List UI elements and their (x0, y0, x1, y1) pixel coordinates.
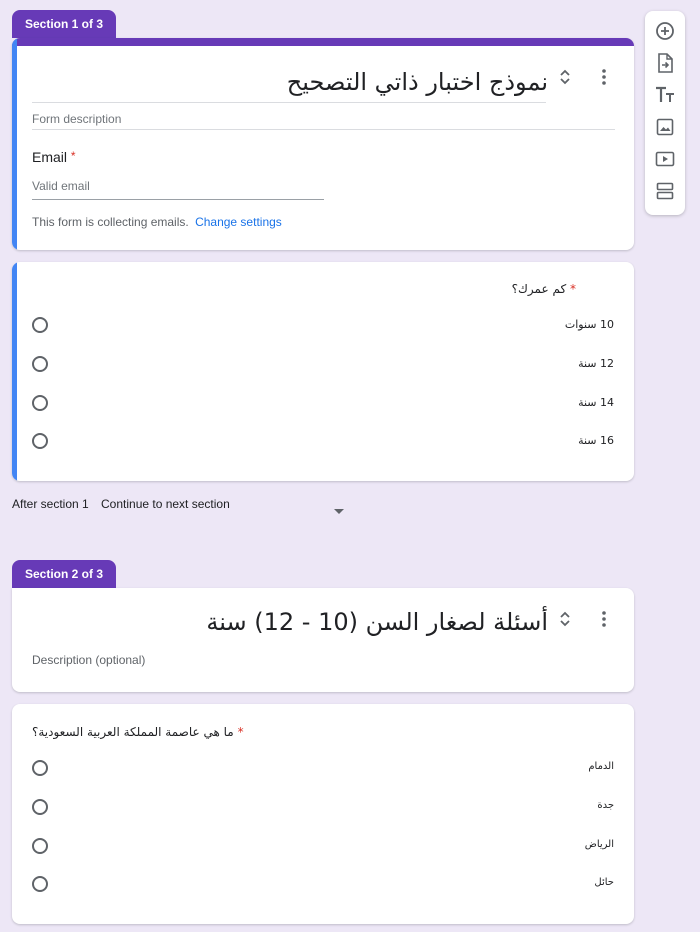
email-field[interactable]: Valid email (32, 179, 90, 193)
title-underline (32, 102, 546, 103)
add-section-icon[interactable] (653, 179, 677, 203)
section-1-title[interactable]: نموذج اختبار ذاتي التصحيح (287, 68, 548, 96)
add-title-icon[interactable] (653, 83, 677, 107)
radio-option-1[interactable] (32, 317, 48, 333)
collapse-section-icon[interactable] (558, 610, 572, 628)
change-settings-link[interactable]: Change settings (195, 215, 282, 229)
question-card-age[interactable]: * كم عمرك؟ 10 سنوات 12 سنة 14 سنة 16 سنة (12, 262, 634, 481)
option-label-2: 12 سنة (578, 357, 614, 370)
option-label-4: 16 سنة (578, 434, 614, 447)
section-2-header-card[interactable]: أسئلة لصغار السن (10 - 12) سنة Descripti… (12, 588, 634, 692)
more-options-icon[interactable] (600, 68, 608, 86)
radio-option-2[interactable] (32, 799, 48, 815)
option-label-3: الرياض (584, 839, 614, 850)
after-section-label: After section 1 (12, 497, 89, 511)
floating-toolbar (645, 11, 685, 215)
radio-option-4[interactable] (32, 433, 48, 449)
email-label: Email * (32, 149, 76, 165)
required-mark: * (70, 149, 76, 163)
option-label-2: جدة (597, 800, 614, 811)
section-2-title[interactable]: أسئلة لصغار السن (10 - 12) سنة (206, 608, 548, 636)
more-options-icon[interactable] (600, 610, 608, 628)
section-1-header-card[interactable]: نموذج اختبار ذاتي التصحيح Form descripti… (12, 38, 634, 250)
add-video-icon[interactable] (653, 147, 677, 171)
required-mark: * (237, 725, 244, 739)
radio-option-3[interactable] (32, 838, 48, 854)
add-image-icon[interactable] (653, 115, 677, 139)
form-description-field[interactable]: Form description (32, 112, 121, 126)
question-card-capital[interactable]: * ما هي عاصمة المملكة العربية السعودية؟ … (12, 704, 634, 924)
question-title[interactable]: * كم عمرك؟ (512, 282, 576, 296)
section-1-tab: Section 1 of 3 (12, 10, 117, 38)
radio-option-1[interactable] (32, 760, 48, 776)
focus-indicator-bar (12, 262, 17, 481)
add-question-icon[interactable] (653, 19, 677, 43)
option-label-3: 14 سنة (578, 396, 614, 409)
radio-option-4[interactable] (32, 876, 48, 892)
option-label-1: 10 سنوات (564, 318, 614, 331)
description-underline (32, 129, 615, 130)
required-mark: * (570, 282, 576, 296)
email-underline (32, 199, 324, 200)
question-title[interactable]: * ما هي عاصمة المملكة العربية السعودية؟ (32, 725, 244, 739)
section-accent-bar (12, 38, 634, 46)
email-collection-note: This form is collecting emails. Change s… (32, 215, 282, 229)
radio-option-3[interactable] (32, 395, 48, 411)
collapse-section-icon[interactable] (558, 68, 572, 86)
import-questions-icon[interactable] (653, 51, 677, 75)
radio-option-2[interactable] (32, 356, 48, 372)
section-description-field[interactable]: Description (optional) (32, 653, 145, 667)
option-label-4: حائل (594, 877, 614, 888)
collecting-emails-text: This form is collecting emails. (32, 215, 189, 229)
section-2-tab: Section 2 of 3 (12, 560, 117, 588)
question-text: ما هي عاصمة المملكة العربية السعودية؟ (32, 725, 234, 739)
focus-indicator-bar (12, 38, 17, 250)
question-text: كم عمرك؟ (511, 282, 567, 296)
dropdown-arrow-icon (334, 502, 344, 514)
email-label-text: Email (32, 149, 68, 165)
option-label-1: الدمام (588, 761, 614, 772)
after-section-select[interactable]: Continue to next section (101, 490, 349, 518)
after-section-value: Continue to next section (101, 497, 230, 511)
